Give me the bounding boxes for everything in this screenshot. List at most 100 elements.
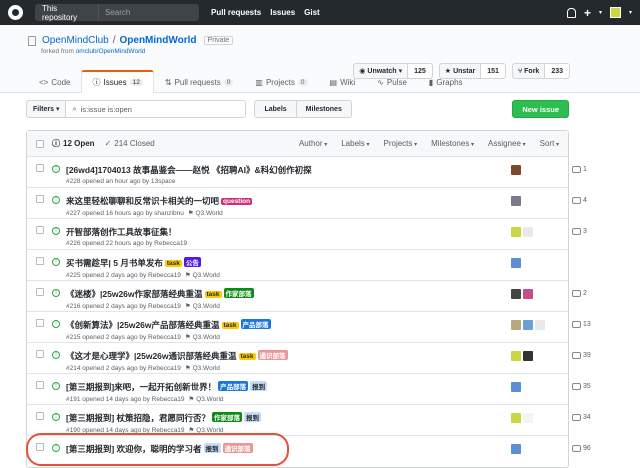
issue-search-input[interactable]: ⌕ is:issue is:open (66, 100, 247, 118)
select-all-checkbox[interactable] (36, 139, 44, 148)
issue-checkbox[interactable] (36, 164, 44, 172)
forked-from-link[interactable]: omclub/OpenMindWorld (76, 48, 146, 55)
milestones-filter[interactable]: Milestones (431, 139, 474, 148)
projects-filter[interactable]: Projects (384, 139, 418, 148)
issue-title[interactable]: 买书需趁早| 5 月书单发布 (66, 258, 163, 268)
issue-label[interactable]: 报到 (250, 381, 268, 391)
issue-label[interactable]: 公告 (183, 257, 201, 267)
issue-row[interactable]: ! 《迷楼》|25w26w作家部落经典重温 task 作家部落 #216 opene… (27, 281, 587, 312)
assignee-avatar[interactable] (511, 258, 521, 268)
assignee-avatar[interactable] (523, 227, 533, 237)
repo-owner-link[interactable]: OpenMindClub (42, 35, 109, 46)
notifications-bell-icon[interactable] (566, 7, 576, 18)
tab-pull-requests[interactable]: ⇅ Pull requests 0 (154, 70, 245, 93)
create-new-plus-icon[interactable]: + (584, 6, 591, 20)
issue-comments[interactable]: 35 (572, 383, 591, 390)
issue-row[interactable]: ! [第三期报到] 杖策招隐，君愿同行否？ 作家部落 报到 #190 opened … (27, 405, 591, 436)
new-issue-button[interactable]: New issue (512, 100, 569, 118)
assignee-avatar[interactable] (511, 351, 521, 361)
assignee-avatar[interactable] (511, 444, 521, 454)
issue-title[interactable]: [26wd4]1704013 故事晶鉴会——赵悦 《招聘AI》&科幻创作初探 (66, 165, 312, 175)
sort-filter[interactable]: Sort (540, 139, 559, 148)
issue-label[interactable]: question (221, 198, 253, 205)
labels-filter[interactable]: Labels (341, 139, 369, 148)
issue-checkbox[interactable] (36, 443, 44, 451)
open-issues-count[interactable]: ⓘ 12 Open (52, 138, 95, 149)
assignee-avatar[interactable] (511, 165, 521, 175)
search-input[interactable] (99, 8, 199, 17)
issue-comments[interactable]: 13 (572, 321, 591, 328)
assignee-avatar[interactable] (523, 320, 533, 330)
issue-label[interactable]: task (221, 322, 239, 329)
stars-count[interactable]: 151 (481, 63, 506, 79)
issue-checkbox[interactable] (36, 226, 44, 234)
assignee-avatar[interactable] (511, 413, 521, 423)
issue-label[interactable]: task (238, 353, 256, 360)
issue-milestone[interactable]: Q3.World (193, 334, 220, 341)
nav-pull-requests[interactable]: Pull requests (211, 8, 261, 17)
issue-checkbox[interactable] (36, 412, 44, 420)
assignee-avatar[interactable] (523, 413, 533, 423)
tab-graphs[interactable]: ▮ Graphs (418, 70, 474, 93)
issue-title[interactable]: 开智部落创作工具故事征集！ (66, 227, 177, 237)
assignee-avatar[interactable] (535, 320, 545, 330)
issue-row[interactable]: ! [26wd4]1704013 故事晶鉴会——赵悦 《招聘AI》&科幻创作初探… (27, 157, 587, 188)
issue-label[interactable]: 作家部落 (223, 288, 254, 298)
forks-count[interactable]: 233 (545, 63, 570, 79)
issue-label[interactable]: task (204, 291, 222, 298)
issue-title[interactable]: 来这里轻松聊聊和反常识卡相关的一切吧 (66, 196, 219, 206)
assignee-avatar[interactable] (511, 289, 521, 299)
issue-checkbox[interactable] (36, 350, 44, 358)
nav-gist[interactable]: Gist (304, 8, 320, 17)
issue-row[interactable]: ! 买书需趁早| 5 月书单发布 task 公告 #225 opened 2 day… (27, 250, 568, 281)
issue-milestone[interactable]: Q3.World (193, 303, 220, 310)
issue-checkbox[interactable] (36, 319, 44, 327)
assignee-avatar[interactable] (511, 196, 521, 206)
issue-row[interactable]: ! 《这才是心理学》|25w26w通识部落经典重温 task 通识部落 #214 o… (27, 343, 591, 374)
issue-milestone[interactable]: Q3.World (193, 365, 220, 372)
issue-label[interactable]: 产品部落 (240, 319, 271, 329)
issue-row[interactable]: ! 来这里轻松聊聊和反常识卡相关的一切吧 question #227 opened… (27, 188, 587, 219)
issue-row[interactable]: ! [第三期报到] 欢迎你，聪明的学习者 报到 通识部落 96 (27, 436, 591, 467)
issue-row[interactable]: ! 开智部落创作工具故事征集！ #226 opened 22 hours ago… (27, 219, 587, 250)
issue-label[interactable]: task (164, 260, 182, 267)
assignee-filter[interactable]: Assignee (488, 139, 526, 148)
issue-checkbox[interactable] (36, 288, 44, 296)
issue-label[interactable]: 通识部落 (257, 350, 288, 360)
assignee-avatar[interactable] (511, 382, 521, 392)
issue-title[interactable]: [第三期报到] 欢迎你，聪明的学习者 (66, 444, 202, 454)
issue-row[interactable]: ! 《创新算法》|25w26w产品部落经典重温 task 产品部落 #215 ope… (27, 312, 591, 343)
assignee-avatar[interactable] (511, 227, 521, 237)
issue-label[interactable]: 通识部落 (222, 443, 253, 453)
fork-button[interactable]: ⑂ Fork (511, 63, 546, 79)
issue-milestone[interactable]: Q3.World (196, 427, 223, 434)
issue-label[interactable]: 报到 (244, 412, 262, 422)
tab-code[interactable]: <> Code (28, 70, 81, 93)
github-logo-icon[interactable] (8, 5, 23, 20)
issue-label[interactable]: 作家部落 (212, 412, 243, 422)
tab-wiki[interactable]: ▤ Wiki (319, 70, 367, 93)
issue-comments[interactable]: 96 (572, 445, 591, 452)
closed-issues-count[interactable]: ✓ 214 Closed (105, 139, 155, 148)
milestones-button[interactable]: Milestones (296, 100, 352, 118)
issue-milestone[interactable]: Q3.World (195, 210, 222, 217)
issue-comments[interactable]: 4 (572, 197, 587, 204)
author-filter[interactable]: Author (299, 139, 327, 148)
issue-milestone[interactable]: Q3.World (196, 396, 223, 403)
repo-name-link[interactable]: OpenMindWorld (120, 35, 197, 46)
issue-comments[interactable]: 39 (572, 352, 591, 359)
user-avatar[interactable] (609, 7, 621, 18)
issue-title[interactable]: 《创新算法》|25w26w产品部落经典重温 (66, 320, 220, 330)
issue-comments[interactable]: 34 (572, 414, 591, 421)
issue-title[interactable]: [第三期报到] 杖策招隐，君愿同行否？ (66, 413, 210, 423)
issue-comments[interactable]: 1 (572, 166, 587, 173)
assignee-avatar[interactable] (511, 320, 521, 330)
issue-comments[interactable]: 2 (572, 290, 587, 297)
nav-issues[interactable]: Issues (270, 8, 295, 17)
issue-title[interactable]: 《迷楼》|25w26w作家部落经典重温 (66, 289, 203, 299)
assignee-avatar[interactable] (523, 289, 533, 299)
tab-projects[interactable]: ▥ Projects 0 (244, 70, 318, 93)
issue-title[interactable]: 《这才是心理学》|25w26w通识部落经典重温 (66, 351, 237, 361)
assignee-avatar[interactable] (523, 351, 533, 361)
issue-checkbox[interactable] (36, 257, 44, 265)
